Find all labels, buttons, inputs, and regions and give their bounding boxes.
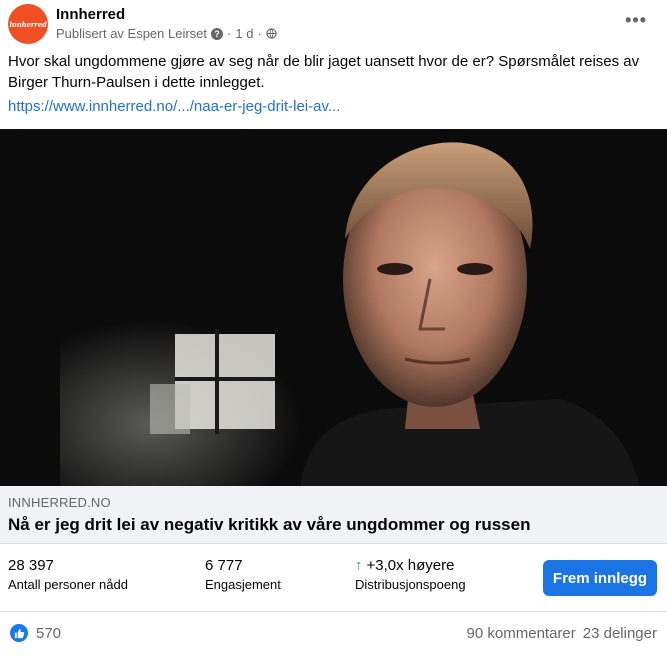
avatar[interactable]: innherred (8, 4, 48, 44)
shares-count[interactable]: 23 delinger (583, 625, 657, 642)
boost-post-button[interactable]: Frem innlegg (543, 560, 657, 596)
reactions-count[interactable]: 570 (36, 625, 61, 642)
dot-separator: · (227, 26, 232, 41)
insights-bar: 28 397 Antall personer nådd 6 777 Engasj… (0, 543, 667, 612)
comments-count[interactable]: 90 kommentarer (467, 625, 576, 642)
link-headline[interactable]: Nå er jeg drit lei av negativ kritikk av… (8, 515, 530, 535)
post-header: innherred Innherred Publisert av Espen L… (0, 0, 667, 48)
link-domain: INNHERRED.NO (8, 495, 111, 510)
engagement-label: Engasjement (205, 577, 281, 592)
like-icon[interactable] (10, 624, 28, 642)
portrait-image (0, 129, 667, 486)
up-arrow-icon: ↑ (355, 557, 363, 574)
post-link[interactable]: https://www.innherred.no/.../naa-er-jeg-… (8, 98, 340, 115)
reach-value: 28 397 (8, 557, 54, 574)
reach-stat: 28 397 Antall personer nådd (8, 557, 128, 592)
published-by: Publisert av Espen Leirset (56, 26, 208, 41)
post-time[interactable]: 1 d (235, 26, 253, 41)
dot-separator: · (257, 26, 262, 41)
distribution-value: +3,0x høyere (366, 557, 455, 574)
page-name[interactable]: Innherred (56, 6, 125, 23)
post-footer: 570 90 kommentarer 23 delinger (0, 612, 667, 656)
link-preview-card[interactable]: INNHERRED.NO Nå er jeg drit lei av negat… (0, 486, 667, 543)
globe-icon[interactable] (266, 28, 277, 39)
reach-label: Antall personer nådd (8, 577, 128, 592)
engagement-summary: 90 kommentarer 23 delinger (467, 625, 657, 642)
more-icon[interactable]: ••• (625, 10, 647, 31)
engagement-value: 6 777 (205, 557, 243, 574)
article-photo[interactable] (0, 129, 667, 486)
post-meta: Publisert av Espen Leirset ? · 1 d · (56, 26, 277, 41)
engagement-stat: 6 777 Engasjement (205, 557, 281, 592)
question-icon[interactable]: ? (211, 27, 224, 40)
distribution-stat: ↑ +3,0x høyere Distribusjonspoeng (355, 557, 466, 592)
post-text: Hvor skal ungdommene gjøre av seg når de… (8, 53, 640, 91)
distribution-label: Distribusjonspoeng (355, 577, 466, 592)
